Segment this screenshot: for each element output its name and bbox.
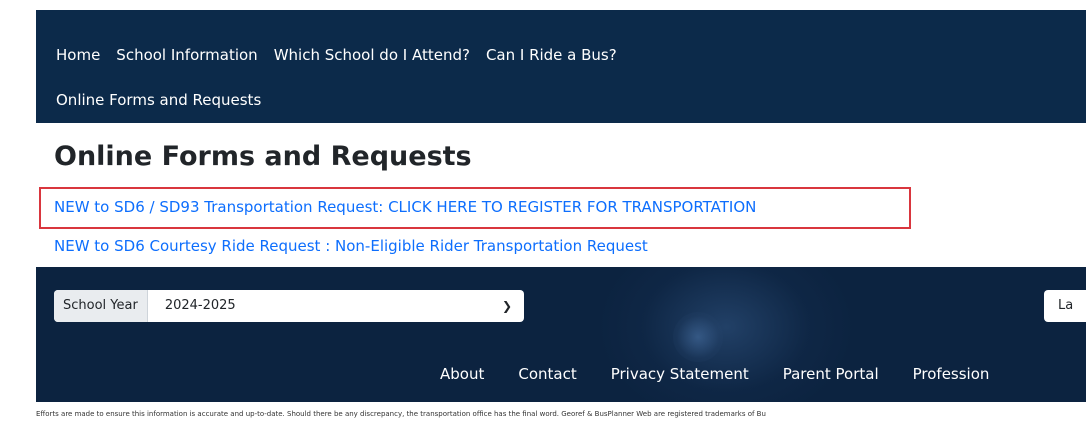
courtesy-ride-link[interactable]: NEW to SD6 Courtesy Ride Request : Non-E… — [54, 235, 648, 257]
footer-link-contact[interactable]: Contact — [518, 363, 576, 385]
disclaimer-text: Efforts are made to ensure this informat… — [36, 410, 766, 418]
nav-row-secondary: Online Forms and Requests — [56, 89, 277, 111]
nav-which-school[interactable]: Which School do I Attend? — [274, 44, 470, 66]
footer-glow-orb — [673, 312, 723, 362]
school-year-label: School Year — [54, 290, 148, 322]
chevron-down-icon: ❯ — [501, 299, 512, 313]
school-year-select[interactable]: 2024-2025 ❯ — [148, 290, 524, 322]
nav-home[interactable]: Home — [56, 44, 100, 66]
nav-school-information[interactable]: School Information — [116, 44, 257, 66]
footer-link-privacy[interactable]: Privacy Statement — [611, 363, 749, 385]
page-title: Online Forms and Requests — [54, 141, 472, 172]
footer: School Year 2024-2025 ❯ La About Contact… — [36, 267, 1086, 402]
language-select[interactable]: La — [1044, 290, 1086, 322]
language-value: La — [1058, 298, 1074, 313]
footer-links: About Contact Privacy Statement Parent P… — [440, 363, 1023, 385]
footer-link-parent-portal[interactable]: Parent Portal — [783, 363, 879, 385]
nav-row-primary: Home School Information Which School do … — [56, 44, 633, 66]
transportation-request-link[interactable]: NEW to SD6 / SD93 Transportation Request… — [54, 196, 756, 218]
school-year-selector[interactable]: School Year 2024-2025 ❯ — [54, 290, 524, 322]
school-year-value: 2024-2025 — [164, 298, 236, 313]
footer-link-about[interactable]: About — [440, 363, 484, 385]
nav-ride-bus[interactable]: Can I Ride a Bus? — [486, 44, 617, 66]
nav-online-forms[interactable]: Online Forms and Requests — [56, 89, 261, 111]
top-navigation: Home School Information Which School do … — [36, 10, 1086, 123]
footer-link-professional[interactable]: Profession — [913, 363, 990, 385]
